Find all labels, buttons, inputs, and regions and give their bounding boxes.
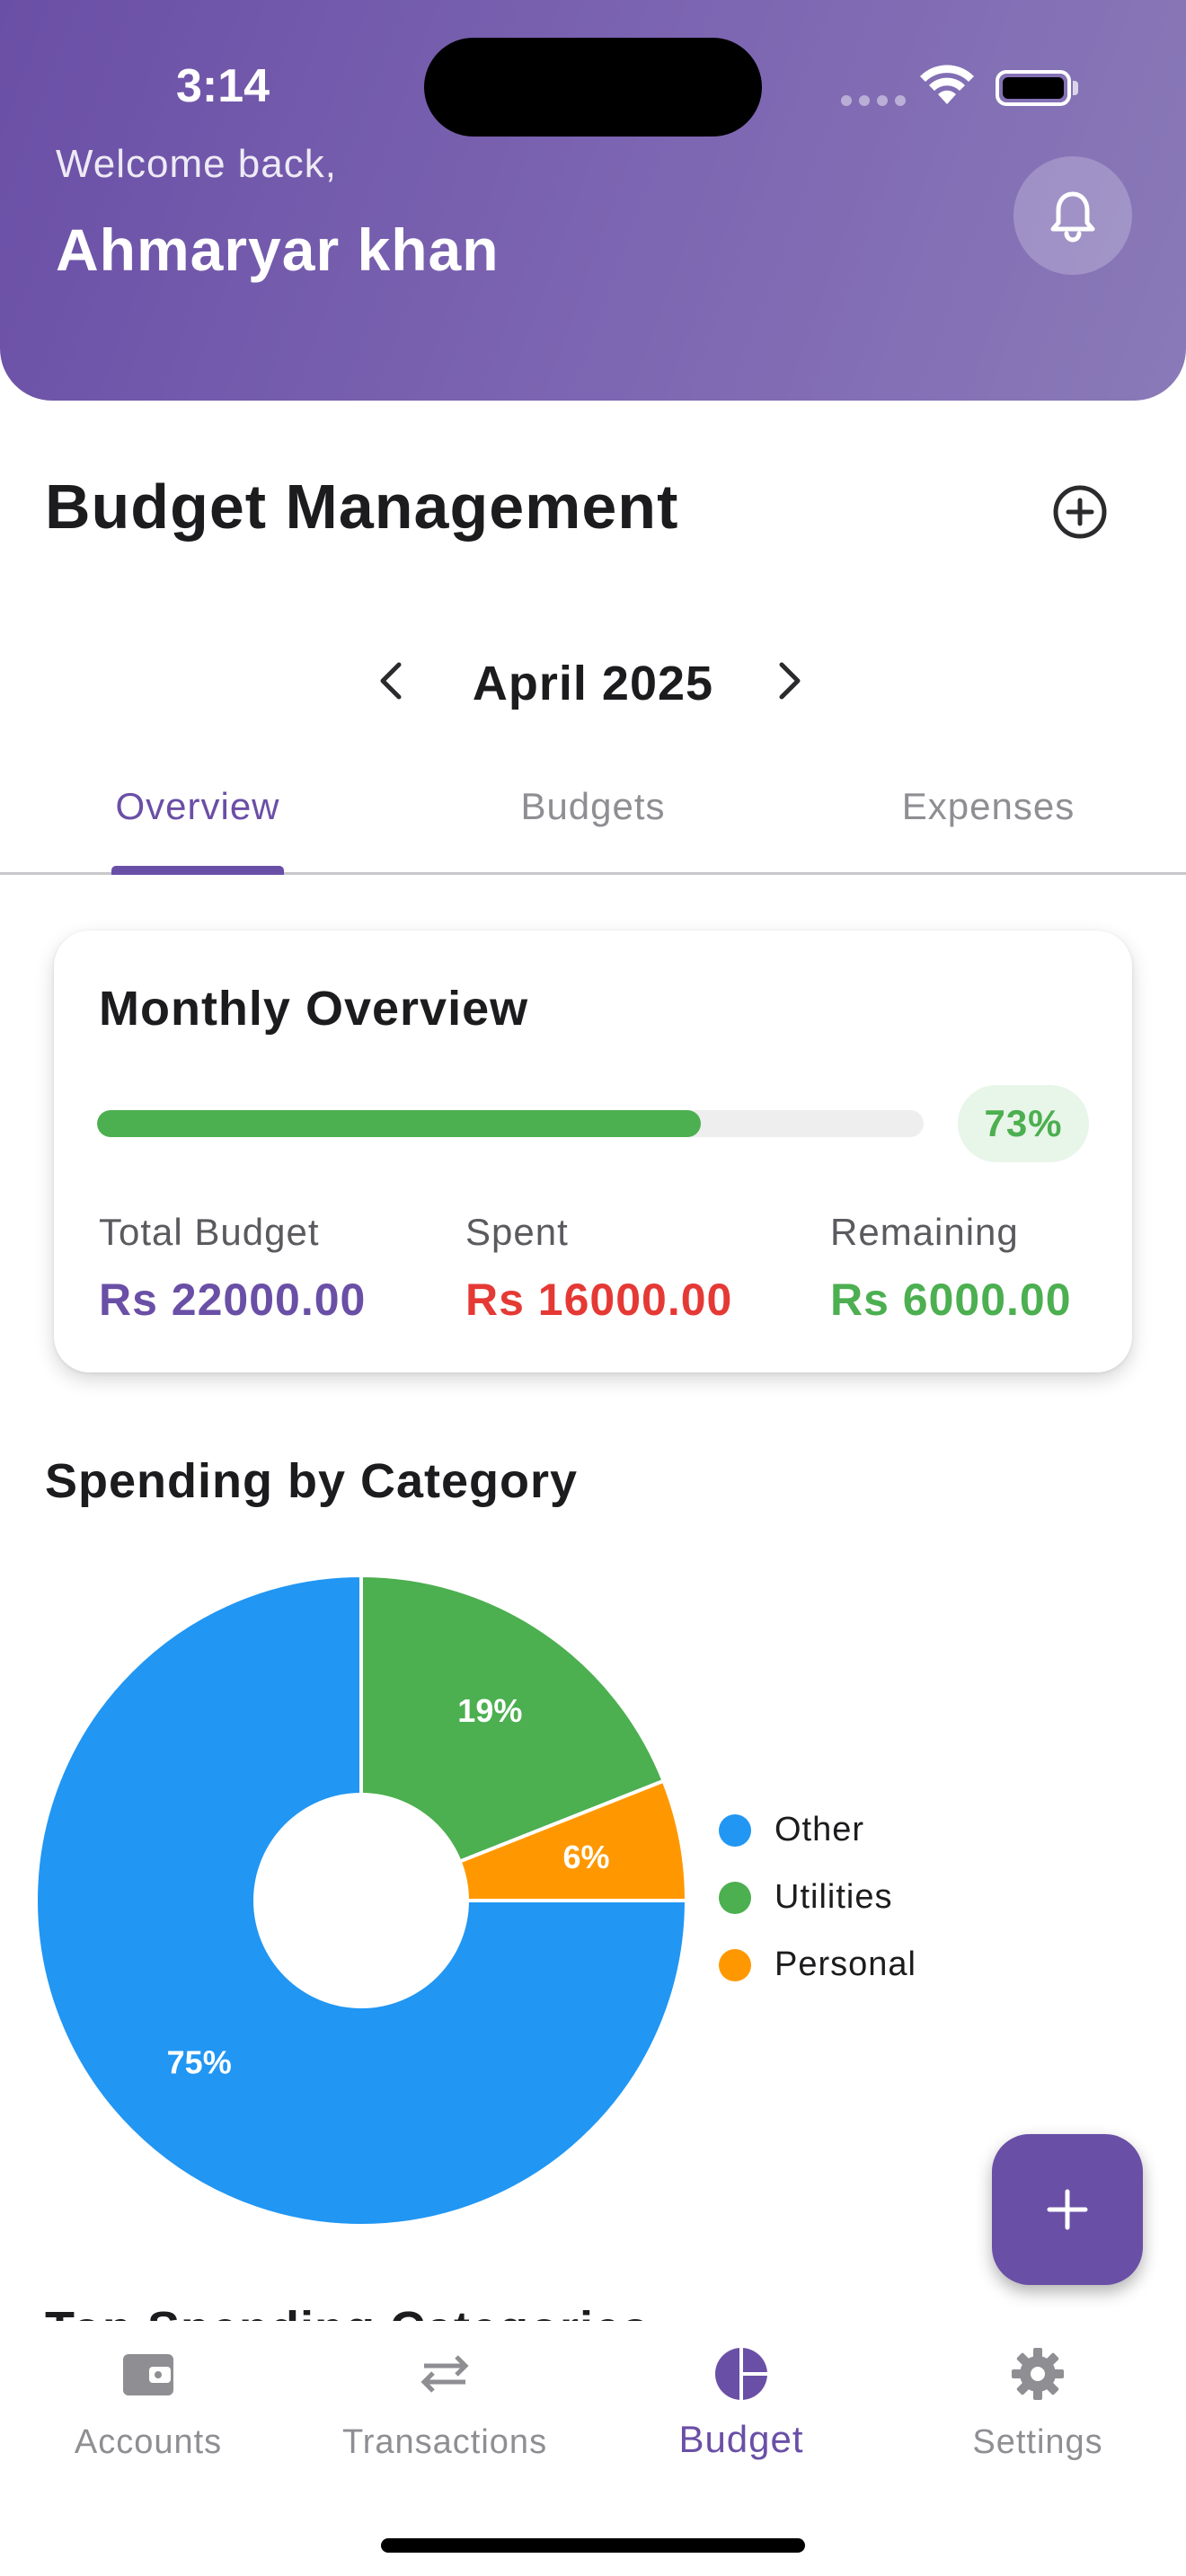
tab-expenses[interactable]: Expenses (791, 785, 1186, 828)
legend-item-personal: Personal (719, 1931, 916, 1998)
monthly-overview-card: Monthly Overview 73% Total Budget Rs 220… (54, 931, 1132, 1372)
chevron-right-icon (779, 662, 801, 700)
stat-label: Spent (465, 1211, 569, 1253)
budget-progress-bar (97, 1110, 924, 1137)
card-title: Monthly Overview (99, 982, 529, 1036)
tab-budgets[interactable]: Budgets (395, 785, 791, 828)
legend-item-utilities: Utilities (719, 1864, 916, 1931)
stat-spent: Spent Rs 16000.00 (465, 1211, 732, 1326)
add-expense-fab[interactable] (992, 2134, 1143, 2285)
welcome-text: Welcome back, (56, 142, 337, 186)
month-navigation: April 2025 (0, 643, 1186, 719)
swap-arrows-icon (420, 2355, 469, 2393)
header: 3:14 Welcome back, Ahmaryar khan (0, 0, 1186, 401)
plus-icon (1047, 2189, 1088, 2230)
pie-chart-svg: 19% 6% 75% (34, 1573, 689, 2228)
stat-value: Rs 6000.00 (830, 1275, 1072, 1325)
nav-transactions[interactable]: Transactions (296, 2341, 593, 2462)
wallet-icon (123, 2354, 173, 2395)
bell-icon (1050, 191, 1095, 243)
legend-dot (719, 1813, 751, 1847)
stat-total-budget: Total Budget Rs 22000.00 (99, 1211, 366, 1326)
tab-overview[interactable]: Overview (0, 785, 395, 828)
legend-label: Personal (774, 1945, 916, 1983)
gear-icon (1012, 2348, 1064, 2400)
add-budget-button[interactable] (1048, 480, 1112, 544)
month-label: April 2025 (472, 657, 714, 710)
legend-item-other: Other (719, 1796, 916, 1864)
nav-label: Settings (972, 2423, 1103, 2461)
donut-hole (253, 1793, 469, 2008)
tab-bar: Overview Budgets Expenses (0, 772, 1186, 875)
nav-label: Budget (678, 2418, 804, 2460)
stat-remaining: Remaining Rs 6000.00 (830, 1211, 1072, 1326)
percent-badge: 73% (958, 1085, 1089, 1162)
status-time: 3:14 (176, 60, 270, 112)
pie-label-utilities: 19% (457, 1692, 522, 1729)
nav-accounts[interactable]: Accounts (0, 2341, 296, 2462)
battery-cap (1073, 81, 1078, 95)
legend-dot (719, 1881, 751, 1914)
nav-label: Transactions (341, 2423, 548, 2461)
stat-value: Rs 22000.00 (99, 1275, 367, 1325)
legend-dot (719, 1948, 751, 1981)
notification-button[interactable] (1013, 156, 1132, 275)
dynamic-island (424, 38, 762, 137)
budget-progress-fill (97, 1110, 701, 1137)
next-month-button[interactable] (760, 652, 818, 710)
cellular-signal-icon (841, 95, 906, 106)
spending-pie-chart: 19% 6% 75% (34, 1573, 689, 2228)
nav-budget[interactable]: Budget (593, 2341, 890, 2461)
stat-label: Remaining (830, 1211, 1019, 1253)
plus-circle-icon (1053, 485, 1107, 539)
user-name: Ahmaryar khan (56, 216, 500, 283)
home-indicator (381, 2538, 805, 2553)
pie-label-other: 75% (167, 2043, 232, 2080)
page-title: Budget Management (45, 472, 679, 542)
legend-label: Utilities (774, 1878, 893, 1916)
tab-active-indicator (111, 866, 284, 875)
pie-chart-icon (715, 2348, 767, 2400)
section-title-spending: Spending by Category (45, 1454, 579, 1508)
legend-label: Other (774, 1811, 865, 1848)
battery-icon (996, 70, 1071, 106)
wifi-icon (920, 65, 974, 104)
nav-label: Accounts (74, 2423, 223, 2461)
pie-label-personal: 6% (562, 1839, 609, 1875)
nav-settings[interactable]: Settings (890, 2341, 1186, 2462)
stat-label: Total Budget (99, 1211, 320, 1253)
chart-legend: Other Utilities Personal (719, 1796, 916, 1998)
stat-value: Rs 16000.00 (465, 1275, 733, 1325)
